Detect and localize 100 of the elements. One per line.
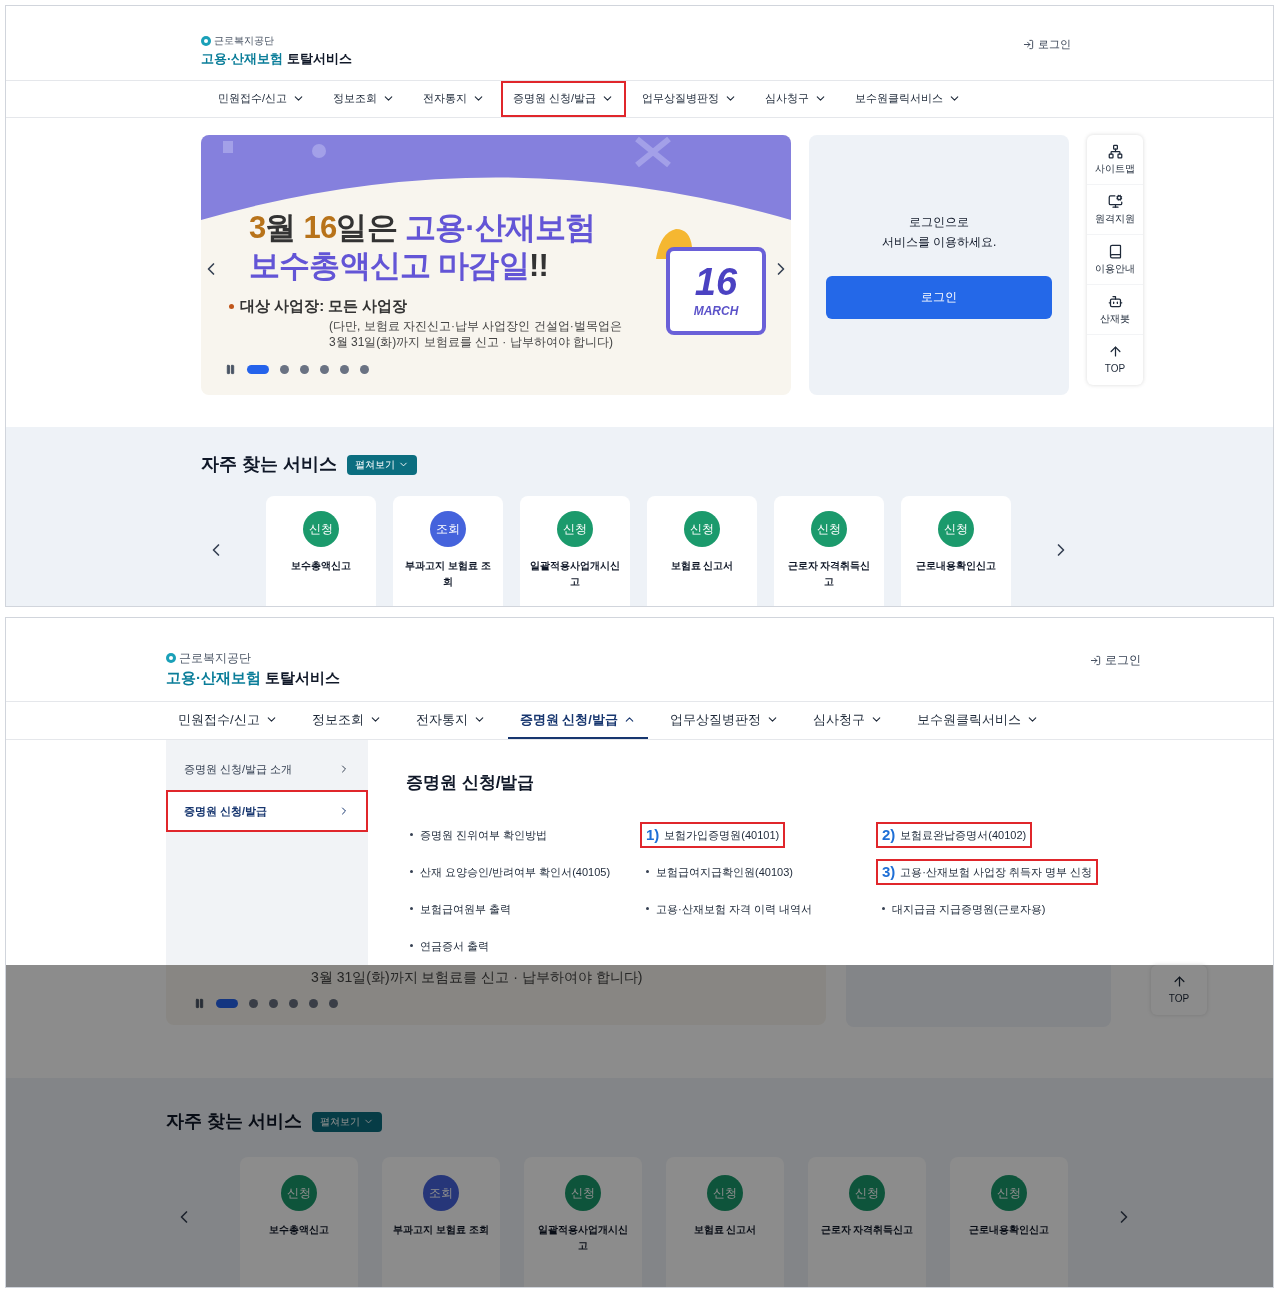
service-label: 보수총액신고	[290, 559, 352, 573]
dropdown-heading: 증명원 신청/발급	[406, 772, 536, 795]
service-label: 부과고지 보험료 조회	[404, 559, 492, 589]
logo-icon	[166, 653, 176, 663]
banner-headline: 보수총액신고 마감일!!	[248, 247, 549, 286]
login-link[interactable]: 로그인	[1023, 36, 1071, 52]
nav-menu-item[interactable]: 증명원 신청/발급	[507, 701, 648, 740]
service-label: 보험료 신고서	[669, 559, 735, 573]
sitemap-icon	[1107, 143, 1123, 159]
service-label: 근로자 자격취득신고	[786, 559, 872, 589]
org-name: 근로복지공단	[179, 652, 251, 664]
service-badge: 신청	[557, 511, 593, 547]
calendar-month: MARCH	[693, 303, 739, 321]
bullet-icon	[410, 907, 413, 911]
nav-menu-item[interactable]: 업무상질병판정	[657, 701, 791, 740]
service-badge: 신청	[849, 1175, 885, 1211]
service-card[interactable]: 신청 근로자 자격취득신고	[808, 1157, 926, 1287]
service-card[interactable]: 조회 부과고지 보험료 조회	[393, 496, 503, 606]
quick-menu-item[interactable]: 원격지원	[1087, 185, 1143, 236]
service-label: 보수총액신고	[268, 1223, 330, 1237]
login-button[interactable]: 로그인	[826, 275, 1052, 319]
nav-menu-item[interactable]: 증명원 신청/발급	[501, 81, 627, 118]
service-card[interactable]: 신청 일괄적용사업개시신고	[520, 496, 630, 606]
service-label: 근로자 자격취득신고	[819, 1223, 915, 1237]
bullet-icon	[646, 907, 649, 911]
service-title: 고용·산재보험 토탈서비스	[166, 668, 341, 688]
service-card[interactable]: 신청 보험료 신고서	[647, 496, 757, 606]
service-card[interactable]: 신청 일괄적용사업개시신고	[524, 1157, 642, 1287]
certificate-link[interactable]: 2) 보험료완납증명서(40102)	[878, 824, 1031, 846]
submenu-item[interactable]: 증명원 신청/발급 소개	[166, 748, 368, 791]
nav-menu-item[interactable]: 전자통지	[403, 701, 498, 740]
bullet-icon	[646, 870, 649, 874]
service-label: 근로내용확인신고	[968, 1223, 1050, 1237]
service-badge: 신청	[684, 511, 720, 547]
service-label: 보험료 신고서	[692, 1223, 758, 1237]
pause-icon[interactable]	[194, 998, 205, 1009]
service-label: 부과고지 보험료 조회	[392, 1223, 490, 1237]
service-badge: 신청	[938, 511, 974, 547]
service-title: 고용·산재보험 토탈서비스	[201, 50, 352, 68]
banner-headline: 3월 16일은 고용·산재보험	[248, 209, 597, 248]
pause-icon[interactable]	[225, 363, 236, 375]
banner-bullet-text: 대상 사업장: 모든 사업장	[240, 296, 408, 317]
certificate-link[interactable]: 3) 고용·산재보험 사업장 취득자 명부 신청	[878, 861, 1097, 883]
certificate-link[interactable]: 보험급여원부 출력	[406, 898, 516, 920]
nav-menu-item[interactable]: 보수원클릭서비스	[904, 701, 1051, 740]
service-label: 근로내용확인신고	[915, 559, 997, 573]
expand-button[interactable]: 펼쳐보기	[312, 1111, 382, 1132]
service-card[interactable]: 신청 보험료 신고서	[666, 1157, 784, 1287]
robot-icon	[1107, 293, 1123, 309]
certificate-link[interactable]: 연금증서 출력	[406, 935, 494, 957]
quick-menu-item[interactable]: 산재봇	[1087, 285, 1143, 336]
nav-menu-item[interactable]: 민원접수/신고	[206, 81, 318, 118]
login-icon	[1090, 654, 1101, 666]
service-card[interactable]: 조회 부과고지 보험료 조회	[382, 1157, 500, 1287]
monitor-cog-icon	[1107, 193, 1123, 209]
quick-menu-item[interactable]: 사이트맵	[1087, 135, 1143, 186]
service-badge: 신청	[707, 1175, 743, 1211]
service-label: 일괄적용사업개시신고	[537, 1223, 629, 1253]
submenu-item[interactable]: 증명원 신청/발급	[166, 790, 368, 833]
certificate-link[interactable]: 1) 보험가입증명원(40101)	[642, 824, 784, 846]
bullet-icon	[410, 870, 413, 874]
login-link[interactable]: 로그인	[1090, 652, 1141, 668]
service-badge: 신청	[811, 511, 847, 547]
section-title: 자주 찾는 서비스	[166, 1110, 302, 1133]
certificate-link[interactable]: 산재 요양승인/반려여부 확인서(40105)	[406, 861, 615, 883]
nav-menu-item[interactable]: 업무상질병판정	[630, 81, 750, 118]
nav-menu-item[interactable]: 전자통지	[411, 81, 498, 118]
bullet-icon	[410, 944, 413, 948]
logo-icon	[201, 36, 211, 46]
certificate-link[interactable]: 보험급여지급확인원(40103)	[642, 861, 797, 883]
certificate-link[interactable]: 증명원 진위여부 확인방법	[406, 824, 552, 846]
expand-button[interactable]: 펼쳐보기	[347, 454, 417, 475]
book-icon	[1107, 243, 1123, 259]
nav-menu-item[interactable]: 민원접수/신고	[166, 701, 290, 740]
quick-menu-item[interactable]: TOP	[1151, 965, 1207, 1015]
nav-menu-item[interactable]: 보수원클릭서비스	[843, 81, 974, 118]
service-card[interactable]: 신청 근로자 자격취득신고	[774, 496, 884, 606]
banner-note: 3월 31일(화)까지 보험료를 신고 · 납부하여야 합니다)	[311, 968, 644, 987]
nav-menu-item[interactable]: 심사청구	[753, 81, 840, 118]
bullet-icon	[882, 907, 885, 911]
nav-menu-item[interactable]: 정보조회	[321, 81, 408, 118]
certificate-link[interactable]: 대지급금 지급증명원(근로자용)	[878, 898, 1050, 920]
bullet-icon	[229, 304, 234, 310]
banner-note: (다만, 보험료 자진신고·납부 사업장인 건설업·벌목업은 3월 31일(화)까지 보험료를 신고 · 납부하여야 합니다)	[329, 317, 623, 350]
service-badge: 조회	[423, 1175, 459, 1211]
quick-menu-item[interactable]: 이용안내	[1087, 235, 1143, 286]
service-badge: 조회	[430, 511, 466, 547]
service-label: 일괄적용사업개시신고	[529, 559, 621, 589]
service-badge: 신청	[565, 1175, 601, 1211]
service-card[interactable]: 신청 근로내용확인신고	[950, 1157, 1068, 1287]
nav-menu-item[interactable]: 심사청구	[800, 701, 895, 740]
nav-menu-item[interactable]: 정보조회	[299, 701, 394, 740]
service-card[interactable]: 신청 보수총액신고	[266, 496, 376, 606]
certificate-link[interactable]: 고용·산재보험 자격 이력 내역서	[642, 898, 816, 920]
service-badge: 신청	[303, 511, 339, 547]
service-badge: 신청	[991, 1175, 1027, 1211]
service-badge: 신청	[281, 1175, 317, 1211]
service-card[interactable]: 신청 보수총액신고	[240, 1157, 358, 1287]
quick-menu-item[interactable]: TOP	[1087, 335, 1143, 386]
service-card[interactable]: 신청 근로내용확인신고	[901, 496, 1011, 606]
